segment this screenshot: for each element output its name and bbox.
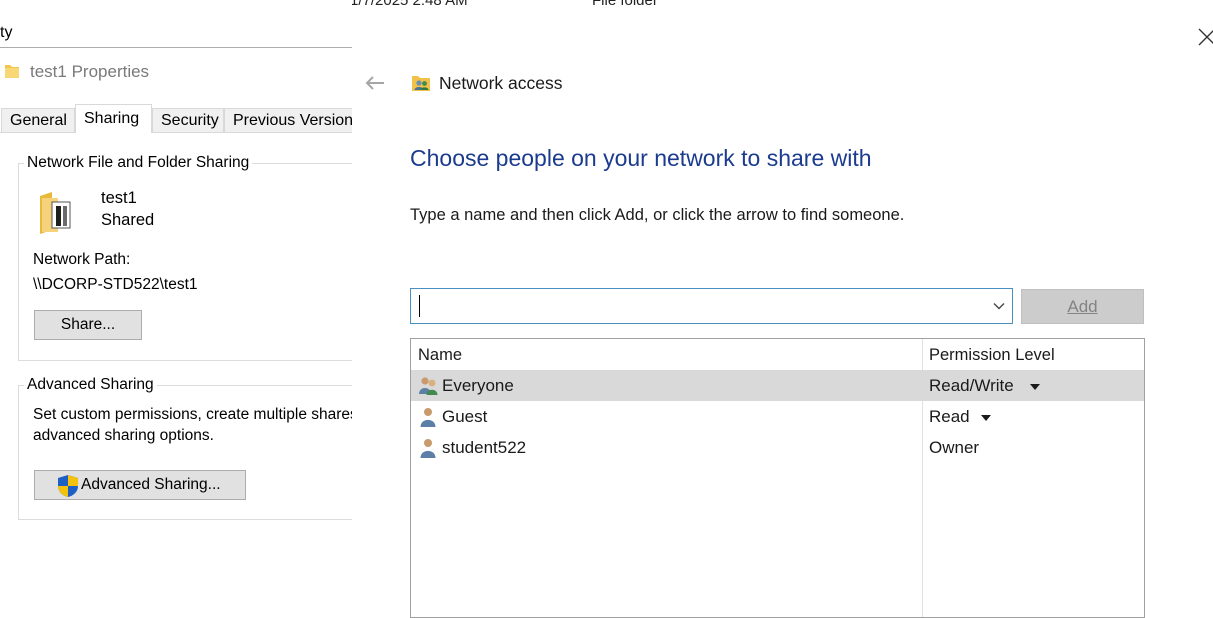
explorer-file-date: 1/7/2025 2:48 AM: [350, 0, 468, 9]
folder-name: test1: [101, 189, 137, 207]
row-name: Everyone: [442, 376, 514, 395]
tab-general[interactable]: General: [1, 108, 75, 132]
column-header-permission[interactable]: Permission Level: [929, 346, 1055, 365]
network-sharing-group-label: Network File and Folder Sharing: [24, 154, 253, 172]
advanced-sharing-group-label: Advanced Sharing: [24, 376, 157, 394]
row-permission: Owner: [929, 438, 980, 457]
advanced-sharing-button[interactable]: Advanced Sharing...: [34, 470, 246, 500]
dialog-heading: Choose people on your network to share w…: [410, 145, 872, 171]
tab-previous-versions[interactable]: Previous Versions: [224, 108, 352, 132]
permission-dropdown-arrow-icon[interactable]: [1030, 384, 1040, 390]
folder-icon: [5, 65, 19, 78]
shared-folder-icon: [40, 192, 71, 234]
share-button[interactable]: Share...: [34, 310, 142, 340]
row-name: student522: [442, 438, 527, 457]
list-header: Name Permission Level: [411, 339, 1144, 370]
close-icon[interactable]: [1196, 26, 1213, 48]
folder-share-state: Shared: [101, 211, 155, 229]
user-icon: [420, 408, 436, 427]
row-permission[interactable]: Read: [929, 407, 970, 427]
advanced-sharing-button-label: Advanced Sharing...: [81, 476, 221, 493]
advanced-description-line1: Set custom permissions, create multiple …: [33, 406, 352, 423]
dialog-instruction: Type a name and then click Add, or click…: [410, 206, 905, 224]
list-row-everyone[interactable]: Everyone Read/Write: [411, 370, 1144, 401]
text-cursor: [419, 295, 420, 317]
network-folder-icon: [412, 76, 430, 91]
list-row-student522[interactable]: student522 Owner: [411, 432, 1144, 463]
chevron-down-icon[interactable]: [992, 299, 1006, 313]
tab-security[interactable]: Security: [152, 108, 224, 132]
permission-dropdown-arrow-icon[interactable]: [981, 415, 991, 421]
row-permission[interactable]: Read/Write: [929, 376, 1014, 396]
advanced-description-line2: advanced sharing options.: [33, 427, 214, 444]
properties-tabs: General Sharing Security Previous Versio…: [0, 104, 352, 133]
people-combo-box[interactable]: [410, 288, 1013, 324]
list-row-guest[interactable]: Guest Read: [411, 401, 1144, 432]
people-name-input[interactable]: [417, 293, 977, 319]
dialog-title: Network access: [439, 73, 563, 93]
tab-panel-border: [0, 132, 352, 133]
uac-shield-icon: [58, 475, 78, 497]
back-arrow-icon[interactable]: [364, 72, 386, 94]
network-path-value: \\DCORP-STD522\test1: [33, 276, 198, 293]
add-button[interactable]: Add: [1021, 289, 1144, 324]
properties-dialog: ty test1 Properties General Sharing Secu…: [0, 0, 352, 610]
tab-sharing[interactable]: Sharing: [75, 104, 152, 133]
users-group-icon: [419, 377, 438, 395]
user-icon: [420, 439, 436, 458]
divider: [0, 47, 352, 48]
explorer-file-type: File folder: [592, 0, 658, 9]
sharing-people-list: Name Permission Level Everyone Read/Writ…: [410, 338, 1145, 618]
address-fragment: ty: [0, 24, 13, 41]
properties-title: test1 Properties: [30, 62, 150, 81]
network-path-label: Network Path:: [33, 251, 131, 268]
column-header-name[interactable]: Name: [418, 346, 462, 365]
row-name: Guest: [442, 407, 488, 426]
